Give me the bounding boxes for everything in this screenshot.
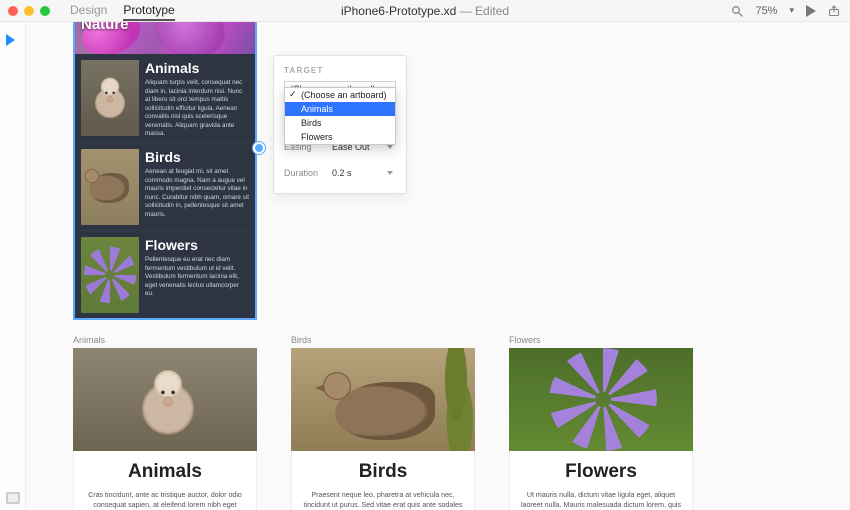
duration-select[interactable]: 0.2 s	[330, 165, 396, 181]
share-icon[interactable]	[828, 5, 840, 17]
artboard-text: Praesent neque leo, pharetra at vehicula…	[302, 491, 464, 510]
artboard-text: Cras tincidunt, ante ac tristique auctor…	[84, 491, 246, 510]
list-item-title: Animals	[145, 60, 249, 76]
thumbnail-birds	[81, 149, 139, 225]
duration-label: Duration	[284, 168, 322, 178]
artboard-heading: Animals	[84, 461, 246, 483]
canvas[interactable]: Nature Animals Aliquam turpis velit, con…	[26, 22, 850, 510]
target-option-animals[interactable]: Animals	[285, 102, 395, 116]
artboard-body: Flowers Ut mauris nulla, dictum vitae li…	[509, 451, 693, 510]
close-window-button[interactable]	[8, 6, 18, 16]
tab-design[interactable]: Design	[70, 1, 107, 21]
link-handle[interactable]	[253, 142, 265, 154]
document-edited-suffix: — Edited	[456, 4, 509, 18]
artboard-label: Birds	[291, 335, 475, 345]
list-item-desc: Aliquam turpis velit, consequat nec diam…	[145, 79, 249, 139]
interaction-panel: TARGET (Choose an artboard) (Choose an a…	[273, 55, 407, 194]
list-item-title: Flowers	[145, 237, 249, 253]
artboard-nature[interactable]: Nature Animals Aliquam turpis velit, con…	[73, 22, 257, 320]
list-item-desc: Aenean at feugiat mi, sit amet commodo m…	[145, 168, 249, 219]
preview-play-icon[interactable]	[806, 5, 816, 17]
artboard-heading: Flowers	[520, 461, 682, 483]
list-item-animals[interactable]: Animals Aliquam turpis velit, consequat …	[75, 54, 255, 142]
target-option-none[interactable]: (Choose an artboard)	[285, 88, 395, 102]
zoom-level[interactable]: 75%	[755, 5, 777, 17]
target-dropdown: (Choose an artboard) Animals Birds Flowe…	[284, 87, 396, 145]
tab-prototype[interactable]: Prototype	[123, 1, 174, 21]
zoom-window-button[interactable]	[40, 6, 50, 16]
artboard-label: Animals	[73, 335, 257, 345]
window-controls	[0, 6, 50, 16]
thumbnail-animals	[81, 60, 139, 136]
search-icon[interactable]	[731, 5, 743, 17]
artboard-flowers[interactable]: Flowers Flowers Ut mauris nulla, dictum …	[509, 335, 693, 510]
artboard-animals[interactable]: Animals Animals Cras tincidunt, ante ac …	[73, 335, 257, 510]
target-option-birds[interactable]: Birds	[285, 116, 395, 130]
artboard-body: Birds Praesent neque leo, pharetra at ve…	[291, 451, 475, 510]
panel-target-label: TARGET	[284, 66, 396, 75]
artboard-hero-image	[73, 348, 257, 451]
artboard-body: Animals Cras tincidunt, ante ac tristiqu…	[73, 451, 257, 510]
artboard-birds[interactable]: Birds Birds Praesent neque leo, pharetra…	[291, 335, 475, 510]
feedback-icon[interactable]	[6, 492, 20, 504]
list-item-birds[interactable]: Birds Aenean at feugiat mi, sit amet com…	[75, 142, 255, 230]
chevron-down-icon[interactable]: ▾	[789, 5, 794, 16]
artboard-nature-header: Nature	[75, 22, 255, 54]
titlebar: Design Prototype iPhone6-Prototype.xd — …	[0, 0, 850, 22]
target-option-flowers[interactable]: Flowers	[285, 130, 395, 144]
list-item-desc: Pellentesque eu erat nec diam fermentum …	[145, 256, 249, 299]
thumbnail-flowers	[81, 237, 139, 313]
document-filename: iPhone6-Prototype.xd	[341, 4, 456, 18]
artboard-hero-image	[291, 348, 475, 451]
left-tool-strip	[0, 22, 26, 510]
minimize-window-button[interactable]	[24, 6, 34, 16]
artboard-label: Flowers	[509, 335, 693, 345]
artboard-heading: Birds	[302, 461, 464, 483]
list-item-title: Birds	[145, 149, 249, 165]
artboard-hero-image	[509, 348, 693, 451]
list-item-flowers[interactable]: Flowers Pellentesque eu erat nec diam fe…	[75, 230, 255, 318]
artboard-text: Ut mauris nulla, dictum vitae ligula ege…	[520, 491, 682, 510]
prototype-start-icon[interactable]	[6, 34, 15, 46]
mode-tabs: Design Prototype	[70, 1, 175, 21]
artboard-nature-title: Nature	[81, 22, 129, 33]
